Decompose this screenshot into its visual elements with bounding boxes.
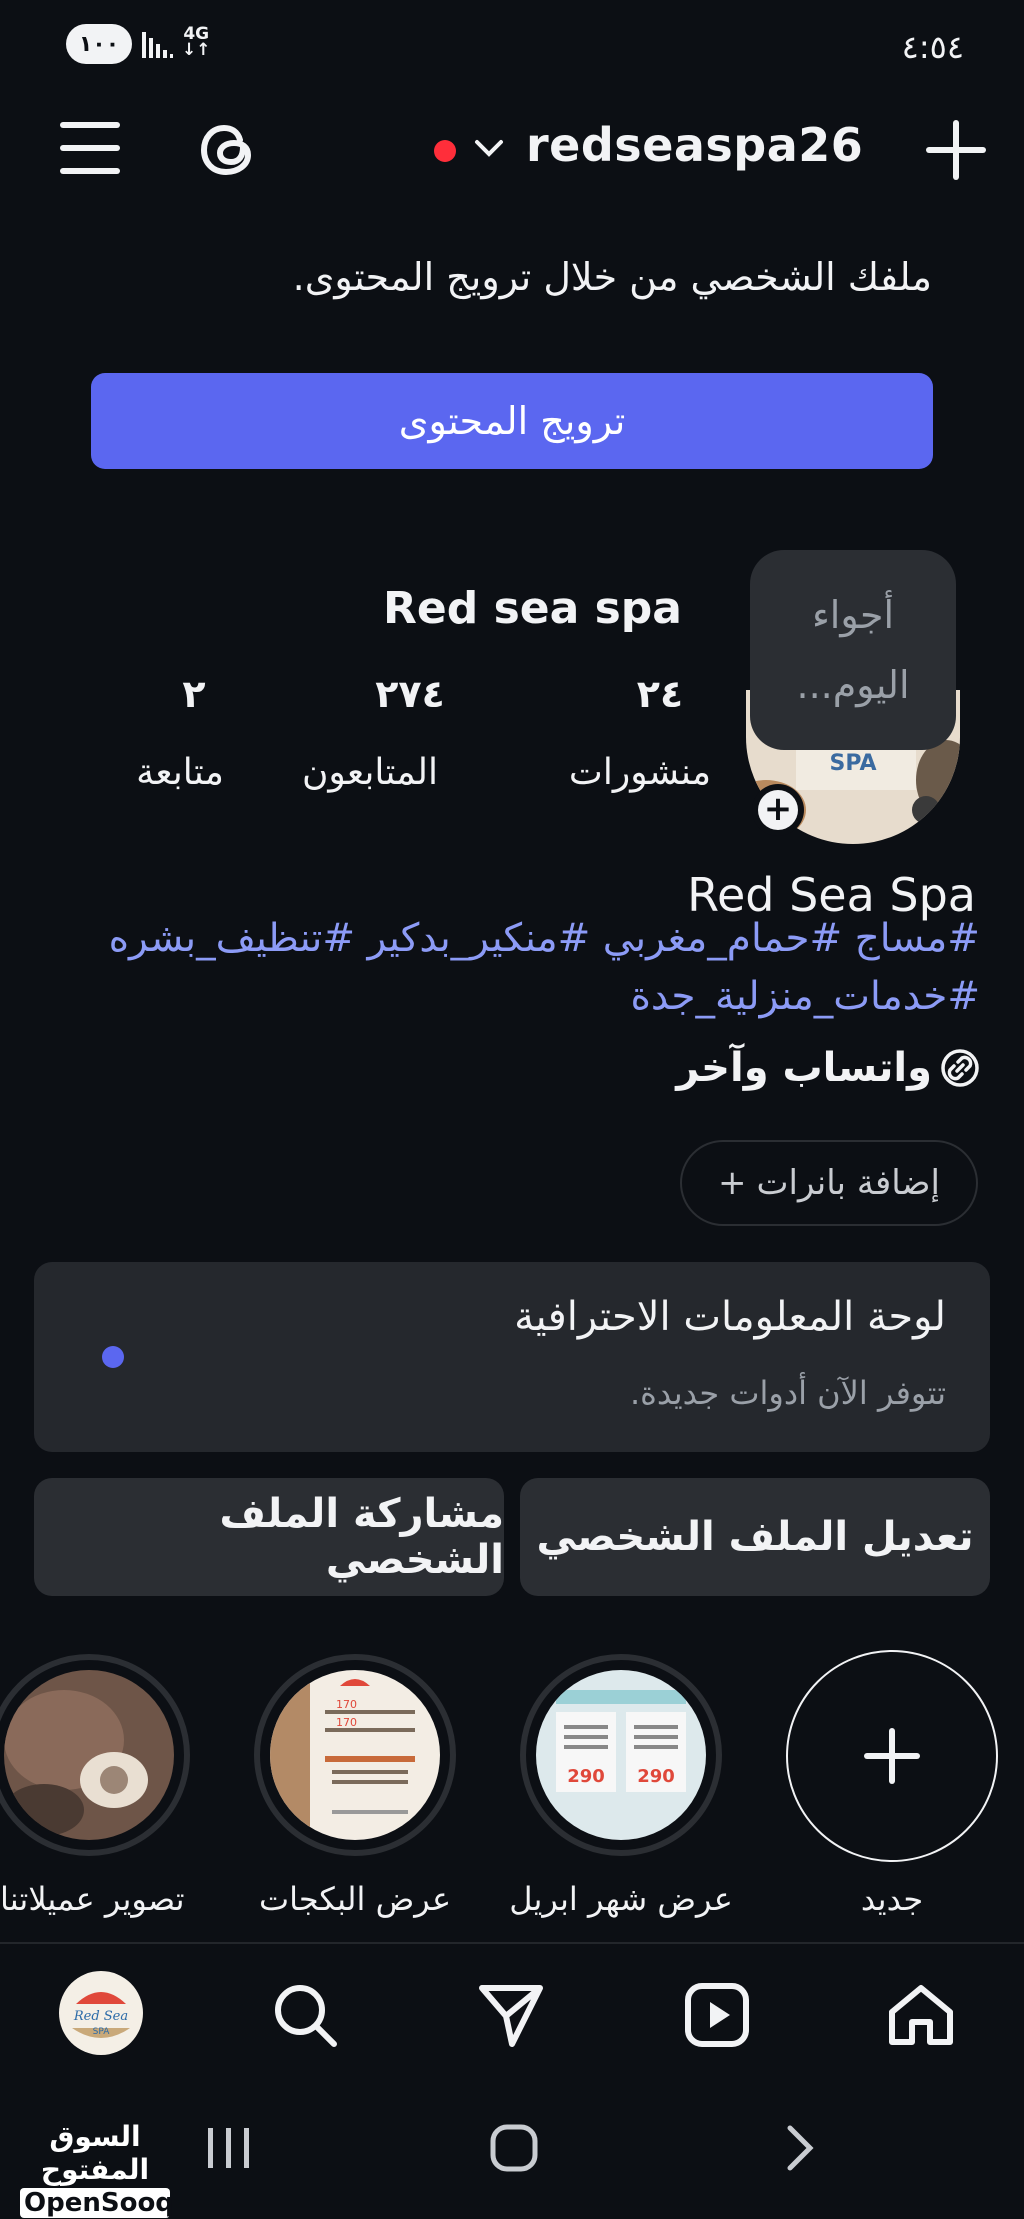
price-tag: 170 [336, 1698, 357, 1711]
menu-icon[interactable] [60, 120, 120, 176]
account-username[interactable]: redseaspa26 [526, 118, 863, 172]
followers-count[interactable]: ٢٧٤ [330, 672, 490, 716]
price-tag: 170 [336, 1716, 357, 1729]
home-icon[interactable] [886, 1982, 956, 2048]
highlight-april-offer[interactable]: 290 290 [520, 1654, 722, 1856]
battery-indicator: ١٠٠ [66, 24, 132, 64]
highlight-label-april[interactable]: عرض شهر ابريل [500, 1880, 742, 1918]
threads-icon[interactable] [196, 116, 260, 182]
price-tag: 290 [567, 1766, 605, 1787]
edit-profile-button[interactable]: تعديل الملف الشخصي [520, 1478, 990, 1596]
dashboard-title: لوحة المعلومات الاحترافية [514, 1294, 946, 1340]
status-clock: ٤:٥٤ [901, 28, 964, 66]
home-system-icon[interactable] [490, 2124, 538, 2172]
highlight-label-clients[interactable]: تصوير عميلاتنا [0, 1880, 185, 1918]
highlight-label-packages[interactable]: عرض البكجات [250, 1880, 460, 1918]
link-icon [940, 1048, 980, 1088]
posts-count[interactable]: ٢٤ [580, 672, 740, 716]
highlight-clients[interactable] [0, 1654, 190, 1856]
nav-divider [0, 1942, 1024, 1944]
posts-label[interactable]: منشورات [530, 752, 750, 793]
watermark-english: OpenSooq [20, 2188, 174, 2218]
search-icon[interactable] [272, 1982, 338, 2048]
price-tag: 290 [637, 1766, 675, 1787]
opensooq-watermark: السوق المفتوح OpenSooq [20, 2120, 174, 2218]
profile-bio[interactable]: #مساج #حمام_مغربي #منكير_بدكير #تنظيف_بش… [60, 910, 980, 1026]
plus-icon: + [758, 790, 798, 830]
signal-icon [142, 30, 174, 60]
note-line-2: اليوم... [796, 663, 910, 707]
plus-icon [864, 1728, 920, 1784]
new-indicator-dot [102, 1346, 124, 1368]
dashboard-subtitle: تتوفر الآن أدوات جديدة. [629, 1374, 946, 1412]
back-system-icon[interactable] [784, 2124, 816, 2172]
link-text[interactable]: واتساب وآخر [676, 1045, 932, 1091]
profile-display-name: Red sea spa [383, 583, 682, 634]
professional-dashboard-card[interactable]: لوحة المعلومات الاحترافية تتوفر الآن أدو… [34, 1262, 990, 1452]
new-highlight-button[interactable] [786, 1650, 998, 1862]
followers-label[interactable]: المتابعون [260, 752, 480, 793]
add-banners-button[interactable]: إضافة بانرات + [680, 1140, 978, 1226]
share-profile-button[interactable]: مشاركة الملف الشخصي [34, 1478, 504, 1596]
svg-text:SPA: SPA [830, 751, 877, 776]
live-status-dot [434, 140, 456, 162]
highlight-packages-offer[interactable]: 170 170 [254, 1654, 456, 1856]
reels-icon[interactable] [684, 1982, 750, 2048]
highlight-label-new[interactable]: جديد [792, 1880, 992, 1918]
create-plus-icon[interactable] [926, 120, 986, 180]
plus-icon: + [718, 1163, 747, 1203]
bio-line-1[interactable]: #مساج #حمام_مغربي #منكير_بدكير #تنظيف_بش… [60, 910, 980, 968]
profile-link[interactable]: واتساب وآخر [676, 1045, 980, 1091]
note-line-1: أجواء [811, 593, 895, 637]
following-count[interactable]: ٢ [114, 672, 274, 716]
chevron-down-icon[interactable] [474, 138, 504, 158]
promo-description: ملفك الشخصي من خلال ترويج المحتوى. [292, 255, 932, 299]
profile-note-bubble[interactable]: أجواء اليوم... [750, 550, 956, 750]
watermark-arabic: السوق المفتوح [40, 2120, 150, 2186]
direct-icon[interactable] [478, 1982, 544, 2048]
svg-text:Red Sea: Red Sea [73, 2009, 128, 2024]
add-banners-label: إضافة بانرات [756, 1163, 940, 1203]
highlight-label-clients-wrap[interactable]: تصوير عميلاتنا [0, 1880, 196, 1918]
profile-avatar[interactable]: Red Sea SPA [58, 1970, 144, 2056]
svg-text:SPA: SPA [93, 2027, 111, 2037]
following-label[interactable]: متابعة [70, 752, 290, 793]
add-story-button[interactable]: + [752, 784, 804, 836]
boost-content-button[interactable]: ترويج المحتوى [91, 373, 933, 469]
network-type: 4G ↓↑ [182, 24, 211, 60]
bio-line-2[interactable]: #خدمات_منزلية_جدة [60, 968, 981, 1026]
recent-apps-icon[interactable] [206, 2126, 252, 2170]
